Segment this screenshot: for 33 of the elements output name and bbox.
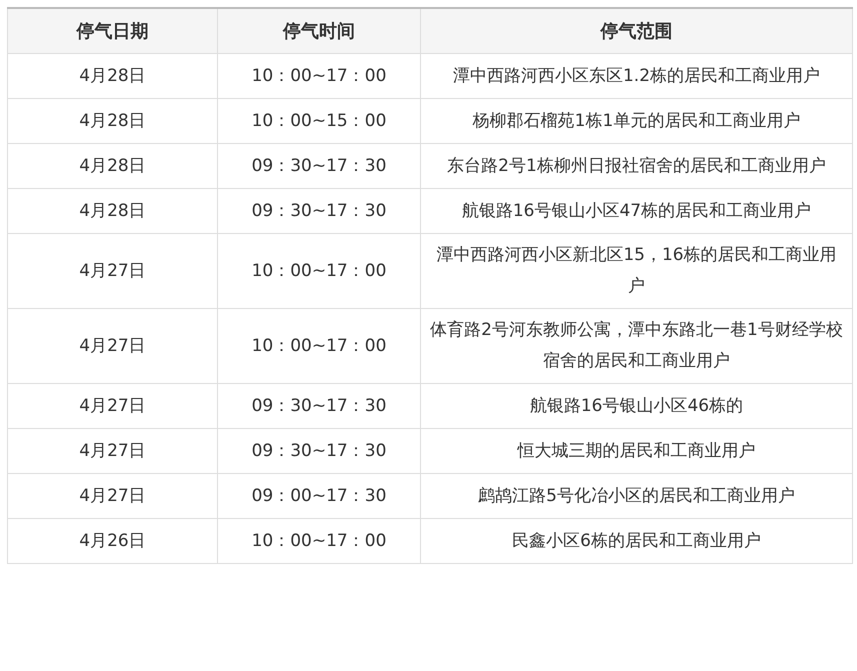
table-cell: 潭中西路河西小区东区1.2栋的居民和工商业用户 (420, 54, 852, 98)
table-cell: 4月27日 (8, 384, 218, 428)
table-cell: 09：30~17：30 (218, 428, 420, 474)
table-cell: 09：30~17：30 (218, 188, 420, 234)
table-cell: 4月28日 (8, 188, 218, 234)
table-cell: 09：30~17：30 (218, 144, 420, 188)
table-cell: 10：00~17：00 (218, 54, 420, 98)
table-cell: 航银路16号银山小区46栋的 (420, 384, 852, 428)
table-cell: 10：00~15：00 (218, 98, 420, 144)
column-header: 停气日期 (8, 8, 218, 54)
table-cell: 恒大城三期的居民和工商业用户 (420, 428, 852, 474)
column-header: 停气时间 (218, 8, 420, 54)
table-cell: 4月27日 (8, 474, 218, 518)
table-cell: 10：00~17：00 (218, 234, 420, 308)
table-cell: 4月28日 (8, 144, 218, 188)
table-cell: 4月27日 (8, 234, 218, 308)
table-cell: 4月27日 (8, 428, 218, 474)
table-cell: 4月26日 (8, 518, 218, 564)
table-cell: 民鑫小区6栋的居民和工商业用户 (420, 518, 852, 564)
table-cell: 4月28日 (8, 98, 218, 144)
table-cell: 鹧鸪江路5号化冶小区的居民和工商业用户 (420, 474, 852, 518)
table-cell: 东台路2号1栋柳州日报社宿舍的居民和工商业用户 (420, 144, 852, 188)
table-cell: 潭中西路河西小区新北区15，16栋的居民和工商业用户 (420, 234, 852, 308)
table-cell: 杨柳郡石榴苑1栋1单元的居民和工商业用户 (420, 98, 852, 144)
table-cell: 10：00~17：00 (218, 308, 420, 384)
table-cell: 4月27日 (8, 308, 218, 384)
table-cell: 4月28日 (8, 54, 218, 98)
table-cell: 10：00~17：00 (218, 518, 420, 564)
table-cell: 体育路2号河东教师公寓，潭中东路北一巷1号财经学校宿舍的居民和工商业用户 (420, 308, 852, 384)
table-cell: 航银路16号银山小区47栋的居民和工商业用户 (420, 188, 852, 234)
column-header: 停气范围 (420, 8, 852, 54)
table-cell: 09：00~17：30 (218, 474, 420, 518)
table-cell: 09：30~17：30 (218, 384, 420, 428)
